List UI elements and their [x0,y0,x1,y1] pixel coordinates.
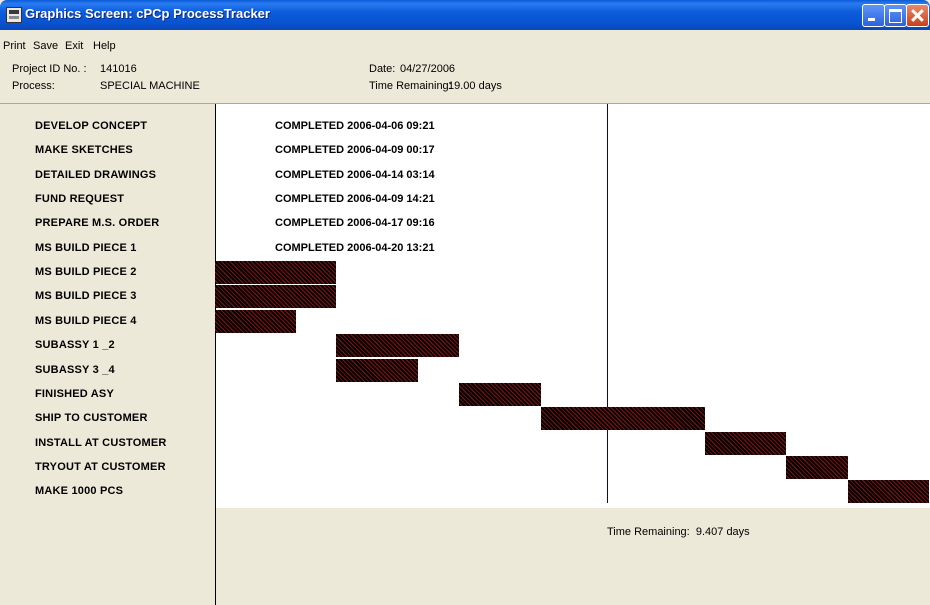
menu-print[interactable]: Print [3,40,26,52]
gantt-bar-finished-asy [459,382,542,406]
task-label-detailed-drawings: DETAILED DRAWINGS [35,168,157,181]
gantt-chart-area: COMPLETED 2006-04-06 09:21 COMPLETED 2006… [215,104,930,508]
menu-help[interactable]: Help [93,40,116,52]
menu-bar: Print Save Exit Help [0,30,930,52]
task-label-subassy-3-4: SUBASSY 3 _4 [35,363,115,376]
date-value: 04/27/2006 [400,63,456,75]
gantt-footer: Time Remaining: 9.407 days [216,508,930,605]
process-label: Process: [12,80,55,92]
task-status-make-sketches: COMPLETED 2006-04-09 00:17 [275,144,435,157]
title-bar[interactable]: Graphics Screen: cPCp ProcessTracker [0,0,930,30]
gantt-bar-subassy-3-4 [336,358,419,382]
task-label-ship-to-customer: SHIP TO CUSTOMER [35,412,148,425]
gantt-bar-ship-to-customer [541,407,705,431]
gantt-bar-subassy-1-2 [336,334,460,358]
menu-exit[interactable]: Exit [65,40,83,52]
gantt-bar-make-1000-pcs [847,480,929,504]
gantt-bar-ms-build-piece-4 [215,309,296,333]
task-list-panel: DEVELOP CONCEPT MAKE SKETCHES DETAILED DRA… [0,104,216,605]
task-label-develop-concept: DEVELOP CONCEPT [35,120,148,132]
task-label-prepare-m-s-order: PREPARE M.S. ORDER [35,217,160,230]
task-label-make-sketches: MAKE SKETCHES [35,144,133,157]
timeline-remaining-value: 9.407 days [695,526,750,538]
task-label-make-1000-pcs: MAKE 1000 PCS [35,485,124,498]
task-label-finished-asy: FINISHED ASY [35,387,115,400]
today-marker-line [607,104,609,503]
project-id-value: 141016 [100,63,137,75]
project-id-label: Project ID No. : [12,63,87,75]
task-label-install-at-customer: INSTALL AT CUSTOMER [35,436,167,449]
task-status-develop-concept: COMPLETED 2006-04-06 09:21 [275,120,435,132]
time-remaining-label: Time Remaining: [369,80,452,92]
gantt-bar-ms-build-piece-2 [215,261,337,285]
task-status-fund-request: COMPLETED 2006-04-09 14:21 [275,193,435,206]
task-label-ms-build-piece-1: MS BUILD PIECE 1 [35,241,137,254]
task-label-subassy-1-2: SUBASSY 1 _2 [35,339,115,352]
timeline-remaining-label: Time Remaining: [607,526,690,538]
task-label-ms-build-piece-4: MS BUILD PIECE 4 [35,314,137,327]
timeline-remaining: Time Remaining: 9.407 days [607,526,750,538]
maximize-button[interactable] [884,4,907,27]
window-title: Graphics Screen: cPCp ProcessTracker [25,6,270,21]
task-status-prepare-m-s-order: COMPLETED 2006-04-17 09:16 [275,217,435,230]
gantt-bar-install-at-customer [704,431,787,455]
task-status-ms-build-piece-1: COMPLETED 2006-04-20 13:21 [275,241,435,254]
app-window-icon[interactable] [6,7,22,23]
close-button[interactable] [906,4,929,27]
task-label-tryout-at-customer: TRYOUT AT CUSTOMER [35,460,166,473]
gantt-bar-tryout-at-customer [786,455,848,479]
time-remaining-value: 19.00 days [448,80,502,92]
date-label: Date: [369,63,396,75]
process-value: SPECIAL MACHINE [100,80,200,92]
minimize-button[interactable] [862,4,885,27]
task-label-ms-build-piece-3: MS BUILD PIECE 3 [35,290,137,303]
task-status-detailed-drawings: COMPLETED 2006-04-14 03:14 [275,168,435,181]
task-label-fund-request: FUND REQUEST [35,193,125,206]
menu-save[interactable]: Save [33,40,58,52]
gantt-bar-ms-build-piece-3 [215,285,337,309]
task-label-ms-build-piece-2: MS BUILD PIECE 2 [35,266,137,279]
